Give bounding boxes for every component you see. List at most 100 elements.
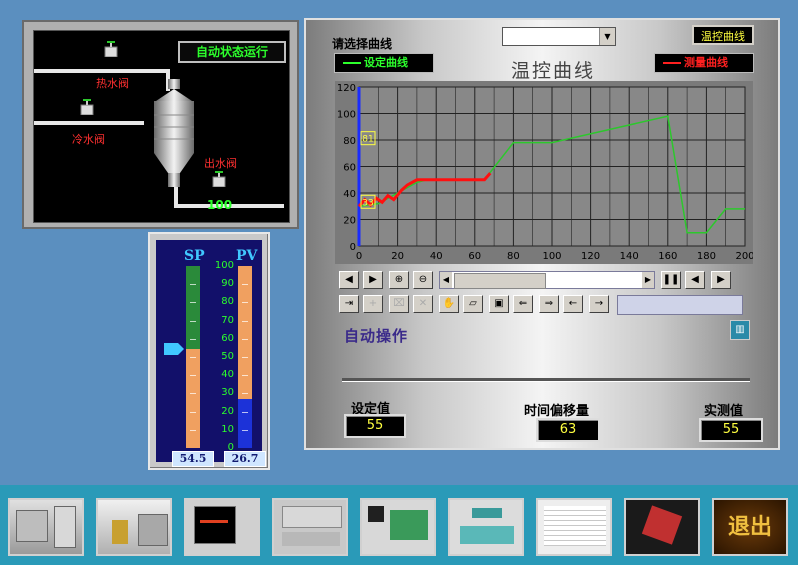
pause-icon: ❚❚ xyxy=(662,274,680,285)
measure-curve-legend-text: 测量曲线 xyxy=(684,56,728,69)
bar-fill xyxy=(186,349,200,448)
scroll-right-button[interactable]: ▶ xyxy=(363,271,383,289)
arrow-left-icon: ⇐ xyxy=(518,298,528,309)
measure-curve-swatch xyxy=(663,62,681,64)
zoom-out-button[interactable]: ⊖ xyxy=(413,271,433,289)
measured-value-readout: 55 xyxy=(699,418,763,442)
sp-pointer-icon[interactable] xyxy=(164,343,184,355)
outlet-value: 100 xyxy=(207,198,233,212)
set-curve-legend: 设定曲线 xyxy=(334,53,434,73)
bar-tick xyxy=(190,430,196,431)
screen-thumbnail-1[interactable] xyxy=(8,498,84,556)
scale-tick-label: 10 xyxy=(221,424,234,435)
curve-title: 温控曲线 xyxy=(511,60,596,82)
back-button[interactable]: ← xyxy=(563,295,583,313)
process-diagram: 自动状态运行 热水阀 冷水阀 出水阀 100 xyxy=(33,30,290,223)
hot-water-valve-icon[interactable] xyxy=(102,41,120,57)
temp-curve-button[interactable]: 温控曲线 xyxy=(692,25,754,45)
scroll-left-arrow-icon[interactable]: ◀ xyxy=(440,272,452,288)
set-value-readout: 55 xyxy=(344,414,406,438)
x-tick-label: 60 xyxy=(468,251,481,262)
x-tick-label: 200 xyxy=(735,251,753,262)
bar-tick xyxy=(190,412,196,413)
add-button[interactable]: + xyxy=(363,295,383,313)
outlet-valve-icon[interactable] xyxy=(210,171,228,187)
prev-page-button[interactable]: ⇐ xyxy=(513,295,533,313)
zoom-in-button[interactable]: ⊕ xyxy=(389,271,409,289)
x-tick-label: 160 xyxy=(658,251,677,262)
step-back-button[interactable]: ◀ xyxy=(685,271,705,289)
set-curve-swatch xyxy=(343,62,361,64)
export-icon: ⇥ xyxy=(344,298,354,309)
pv-value-box: 26.7 xyxy=(224,451,266,467)
chevron-down-icon[interactable]: ▼ xyxy=(599,28,615,45)
scroll-right-icon: ▶ xyxy=(369,274,377,285)
open-button[interactable]: ▱ xyxy=(463,295,483,313)
hot-valve-label: 热水阀 xyxy=(96,77,129,90)
info-icon[interactable]: ▥ xyxy=(730,320,750,340)
bar-tick xyxy=(242,375,248,376)
curve-select-dropdown[interactable]: ▼ xyxy=(502,27,616,46)
bar-tick xyxy=(242,357,248,358)
delete-button[interactable]: ✕ xyxy=(413,295,433,313)
bar-tick xyxy=(242,302,248,303)
scroll-left-icon: ◀ xyxy=(345,274,353,285)
save-button[interactable]: ▣ xyxy=(489,295,509,313)
arrow-right-icon: ⇒ xyxy=(544,298,554,309)
zoom-in-icon: ⊕ xyxy=(394,274,404,285)
step-forward-button[interactable]: ▶ xyxy=(711,271,731,289)
time-scrollbar[interactable]: ◀ ▶ xyxy=(439,271,655,289)
scale-tick-label: 30 xyxy=(221,387,234,398)
bar-tick xyxy=(190,339,196,340)
measure-curve-legend: 测量曲线 xyxy=(654,53,754,73)
y-tick-label: 0 xyxy=(350,242,356,253)
zoom-out-icon: ⊖ xyxy=(418,274,428,285)
screen-thumbnail-6[interactable] xyxy=(448,498,524,556)
bargraph-background: SP PV 100 90 80 70 60 50 40 30 20 10 0 54.5 26.7 xyxy=(156,240,266,467)
screen-thumbnail-7[interactable] xyxy=(536,498,612,556)
scale-tick-label: 90 xyxy=(221,278,234,289)
pv-bar xyxy=(238,266,252,448)
x-tick-label: 100 xyxy=(542,251,561,262)
cold-water-valve-icon[interactable] xyxy=(78,99,96,115)
add-icon: + xyxy=(368,298,378,309)
export-button[interactable]: ⇥ xyxy=(339,295,359,313)
screen-thumbnail-3[interactable] xyxy=(184,498,260,556)
scroll-thumb[interactable] xyxy=(454,273,546,289)
scale-tick-label: 50 xyxy=(221,351,234,362)
pv-title: PV xyxy=(236,248,258,264)
bar-tick xyxy=(242,321,248,322)
scale-tick-label: 100 xyxy=(214,260,234,271)
screen-thumbnail-4[interactable] xyxy=(272,498,348,556)
scroll-left-button[interactable]: ◀ xyxy=(339,271,359,289)
cut-button[interactable]: ⌧ xyxy=(389,295,409,313)
scroll-right-arrow-icon[interactable]: ▶ xyxy=(642,272,654,288)
scale-tick-label: 70 xyxy=(221,315,234,326)
screen-thumbnail-5[interactable] xyxy=(360,498,436,556)
pause-button[interactable]: ❚❚ xyxy=(661,271,681,289)
screen-thumbnail-8[interactable] xyxy=(624,498,700,556)
bar-tick xyxy=(190,375,196,376)
y-tick-label: 40 xyxy=(343,189,356,200)
set-curve-legend-text: 设定曲线 xyxy=(364,56,408,69)
screen-thumbnail-2[interactable] xyxy=(96,498,172,556)
exit-button[interactable]: 退出 xyxy=(712,498,788,556)
bar-fill xyxy=(238,399,252,448)
out-valve-label: 出水阀 xyxy=(204,157,237,170)
y-tick-label: 120 xyxy=(337,83,356,94)
bar-tick xyxy=(242,339,248,340)
time-offset-readout: 63 xyxy=(536,418,600,442)
bar-tick xyxy=(190,284,196,285)
y-tick-label: 80 xyxy=(343,136,356,147)
y-tick-label: 60 xyxy=(343,163,356,174)
forward-button[interactable]: → xyxy=(589,295,609,313)
next-page-button[interactable]: ⇒ xyxy=(539,295,559,313)
sp-title: SP xyxy=(184,248,205,264)
bar-tick xyxy=(190,393,196,394)
scale-tick-label: 40 xyxy=(221,369,234,380)
process-panel: 自动状态运行 热水阀 冷水阀 出水阀 100 xyxy=(22,20,299,229)
hand-icon: ✋ xyxy=(442,298,456,309)
sp-pv-bargraph-panel: SP PV 100 90 80 70 60 50 40 30 20 10 0 54.5 26.7 xyxy=(148,232,270,470)
trend-chart[interactable]: 0 20 40 60 80 100 120 140 160 180 200 0 20 40 60 80 100 1… xyxy=(335,81,753,264)
pan-button[interactable]: ✋ xyxy=(439,295,459,313)
